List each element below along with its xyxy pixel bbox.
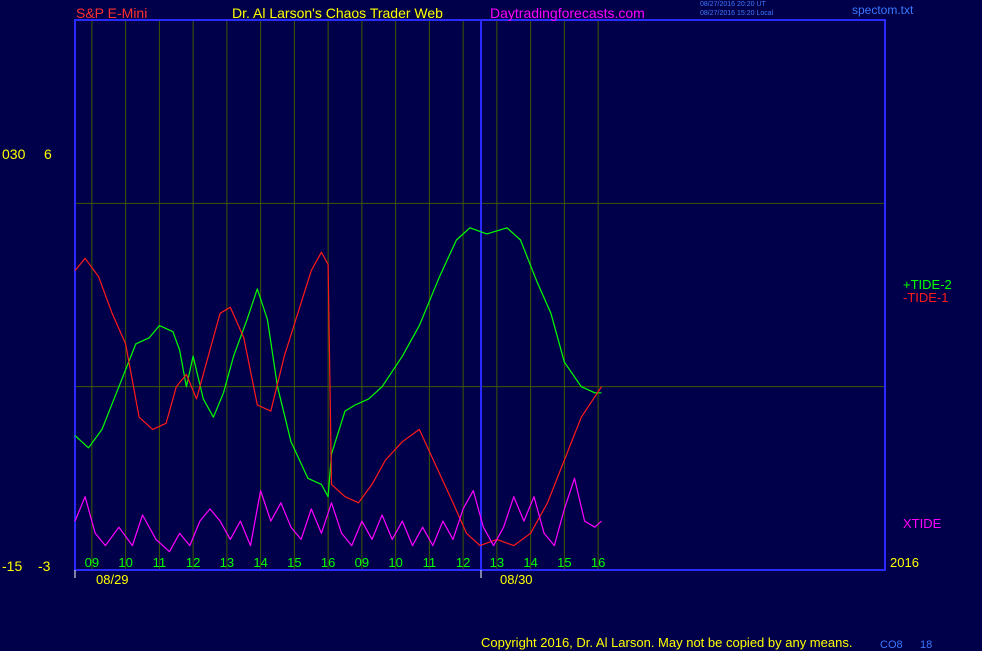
hour-tick-label: 11 bbox=[423, 555, 437, 570]
hour-tick-label: 15 bbox=[557, 555, 571, 570]
hour-tick-label: 09 bbox=[355, 555, 369, 570]
y-bottom-scale-label: -3 bbox=[38, 558, 51, 574]
date-label-day1: 08/29 bbox=[96, 572, 129, 587]
page-code: CO8 bbox=[880, 639, 903, 651]
hour-tick-label: 12 bbox=[456, 555, 470, 570]
hour-tick-label: 16 bbox=[591, 555, 605, 570]
date-label-day2: 08/30 bbox=[500, 572, 533, 587]
legend-tide1: -TIDE-1 bbox=[903, 290, 949, 305]
time-local: 08/27/2016 15:20 Local bbox=[700, 10, 774, 17]
y-bottom-left-label: -15 bbox=[2, 558, 23, 574]
symbol-title: S&P E-Mini bbox=[76, 5, 148, 21]
time-utc: 08/27/2016 20:20 UT bbox=[700, 1, 766, 8]
hour-tick-label: 10 bbox=[118, 555, 132, 570]
legend-xtide: XTIDE bbox=[903, 516, 942, 531]
data-file-name: spectom.txt bbox=[852, 3, 914, 17]
series-line-xtide bbox=[74, 477, 602, 553]
hour-tick-label: 11 bbox=[153, 555, 167, 570]
series-line-tide2 bbox=[74, 227, 602, 498]
series-line-tide1 bbox=[74, 251, 603, 547]
series-layer bbox=[74, 227, 603, 553]
page-number: 18 bbox=[920, 639, 933, 651]
tide-chart: 09 10 11 12 13 14 15 16 09 10 11 12 13 14 15 16 bbox=[74, 19, 886, 578]
hour-tick-label: 10 bbox=[388, 555, 402, 570]
hour-tick-label: 14 bbox=[253, 555, 267, 570]
hour-tick-label: 15 bbox=[287, 555, 301, 570]
hour-tick-label: 14 bbox=[523, 555, 537, 570]
chart-title: Dr. Al Larson's Chaos Trader Web bbox=[232, 5, 443, 21]
hour-tick-label: 13 bbox=[490, 555, 504, 570]
y-top-left-label: 030 bbox=[2, 146, 26, 162]
site-link[interactable]: Daytradingforecasts.com bbox=[490, 5, 645, 21]
hour-tick-label: 16 bbox=[321, 555, 335, 570]
year-label: 2016 bbox=[890, 555, 919, 570]
y-top-scale-label: 6 bbox=[44, 146, 52, 162]
hour-tick-label: 12 bbox=[186, 555, 200, 570]
hour-tick-label: 13 bbox=[220, 555, 234, 570]
copyright-notice: Copyright 2016, Dr. Al Larson. May not b… bbox=[481, 635, 853, 650]
hour-tick-label: 09 bbox=[85, 555, 99, 570]
